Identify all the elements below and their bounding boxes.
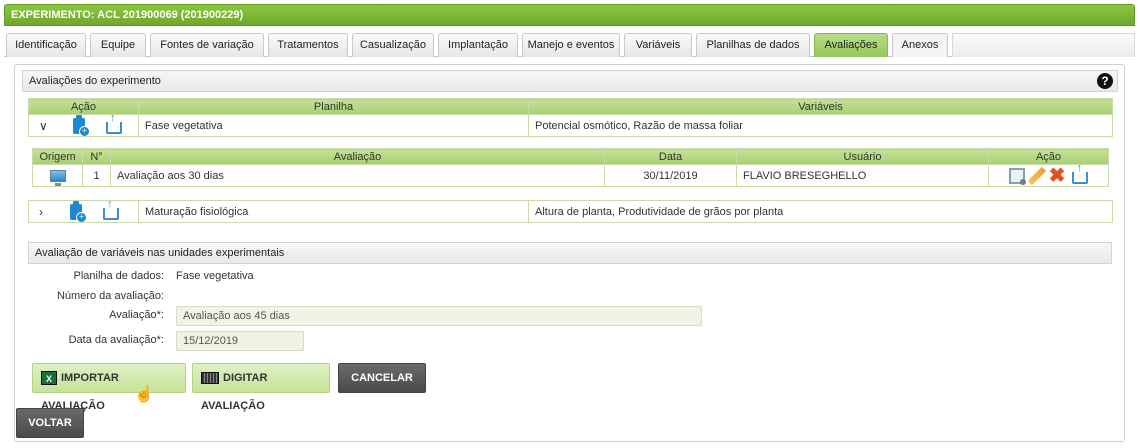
chevron-right-icon[interactable]: ›: [39, 205, 43, 219]
computer-monitor-icon: [49, 169, 66, 186]
col-header-avaliacao: Avaliação: [110, 148, 605, 165]
planilha-row: ∨ Fase vegetativa Potencial osmótico, Ra…: [28, 114, 1113, 137]
planilha-row: › Maturação fisiológica Altura de planta…: [28, 200, 1113, 223]
planilha-de-dados-value: Fase vegetativa: [176, 270, 254, 282]
question-circle-icon[interactable]: ?: [1097, 73, 1113, 89]
col-header-acao-inner: Ação: [988, 148, 1109, 165]
voltar-button[interactable]: VOLTAR: [16, 408, 84, 438]
avaliacao-data: 30/11/2019: [604, 164, 737, 187]
clipboard-add-icon[interactable]: [72, 115, 90, 136]
window-title: EXPERIMENTO: ACL 201900069 (201900229): [4, 4, 1135, 26]
tab-casualizacao[interactable]: Casualização: [352, 33, 434, 57]
tab-tratamentos[interactable]: Tratamentos: [268, 33, 348, 57]
tab-identificacao[interactable]: Identificação: [6, 33, 86, 57]
tab-variaveis[interactable]: Variáveis: [624, 33, 692, 57]
planilha-de-dados-label: Planilha de dados:: [73, 270, 164, 282]
tab-bar: Identificação Equipe Fontes de variação …: [4, 31, 1135, 57]
avaliacao-input[interactable]: Avaliação aos 45 dias: [176, 306, 702, 326]
avaliacao-label: Avaliação*:: [109, 309, 164, 321]
avaliacoes-section-title: Avaliações do experimento: [29, 75, 161, 87]
avaliacao-actions: ✖: [988, 164, 1109, 187]
tab-equipe[interactable]: Equipe: [90, 33, 146, 57]
digitar-avaliacao-button[interactable]: DIGITAR AVALIAÇÃO: [192, 363, 330, 412]
origem-cell: [32, 164, 83, 187]
tab-planilhas-de-dados[interactable]: Planilhas de dados: [696, 33, 810, 57]
tab-bar-filler: [952, 33, 1135, 57]
col-header-planilha: Planilha: [138, 98, 529, 115]
excel-icon: X: [41, 371, 57, 386]
planilha-variaveis: Potencial osmótico, Razão de massa folia…: [528, 114, 1113, 137]
col-header-numero: N°: [82, 148, 111, 165]
upload-tray-icon[interactable]: [105, 116, 122, 134]
tab-manejo-e-eventos[interactable]: Manejo e eventos: [522, 33, 620, 57]
data-avaliacao-label: Data da avaliação*:: [68, 334, 164, 346]
planilha-name: Maturação fisiológica: [138, 200, 529, 223]
avaliacao-numero: 1: [82, 164, 111, 187]
planilha-row-actions: ∨: [28, 114, 139, 137]
cancelar-button[interactable]: CANCELAR: [338, 363, 426, 393]
avaliacoes-section-header: Avaliações do experimento ?: [22, 70, 1118, 92]
planilhas-table-2: › Maturação fisiológica Altura de planta…: [28, 200, 1113, 223]
keyboard-icon: [201, 372, 219, 385]
form-section-title: Avaliação de variáveis nas unidades expe…: [35, 247, 285, 259]
avaliacao-usuario: FLAVIO BRESEGHELLO: [736, 164, 989, 187]
avaliacao-row: 1 Avaliação aos 30 dias 30/11/2019 FLAVI…: [32, 164, 1109, 187]
col-header-origem: Origem: [32, 148, 83, 165]
avaliacoes-inner-table: Origem N° Avaliação Data Usuário Ação 1 …: [32, 148, 1109, 187]
planilha-variaveis: Altura de planta, Produtividade de grãos…: [528, 200, 1113, 223]
page: EXPERIMENTO: ACL 201900069 (201900229) I…: [0, 0, 1140, 448]
planilhas-table: Ação Planilha Variáveis ∨ Fase vegetativ…: [28, 98, 1113, 137]
tab-avaliacoes[interactable]: Avaliações: [814, 33, 888, 57]
planilha-row-actions: ›: [28, 200, 139, 223]
tab-fontes-de-variacao[interactable]: Fontes de variação: [150, 33, 264, 57]
upload-tray-icon[interactable]: [103, 202, 120, 220]
inner-header-row: Origem N° Avaliação Data Usuário Ação: [32, 148, 1109, 165]
avaliacao-nome: Avaliação aos 30 dias: [110, 164, 605, 187]
planilha-name: Fase vegetativa: [138, 114, 529, 137]
data-avaliacao-input[interactable]: 15/12/2019: [176, 331, 304, 351]
view-magnifier-icon[interactable]: [1008, 167, 1026, 185]
edit-pencil-icon[interactable]: [1027, 166, 1046, 185]
form-section-header: Avaliação de variáveis nas unidades expe…: [28, 242, 1112, 264]
tab-implantacao[interactable]: Implantação: [438, 33, 518, 57]
col-header-variaveis: Variáveis: [528, 98, 1113, 115]
hand-pointer-icon: ☝: [134, 386, 154, 403]
col-header-acao: Ação: [28, 98, 139, 115]
upload-tray-icon[interactable]: [1072, 166, 1089, 184]
chevron-down-icon[interactable]: ∨: [39, 119, 48, 133]
col-header-usuario: Usuário: [736, 148, 989, 165]
clipboard-add-icon[interactable]: [70, 201, 88, 222]
tab-anexos[interactable]: Anexos: [892, 33, 948, 57]
planilhas-header-row: Ação Planilha Variáveis: [28, 98, 1113, 115]
importar-avaliacao-button[interactable]: X IMPORTAR AVALIAÇÃO: [32, 363, 186, 412]
numero-avaliacao-label: Número da avaliação:: [56, 290, 164, 302]
col-header-data: Data: [604, 148, 737, 165]
delete-x-icon[interactable]: ✖: [1049, 166, 1066, 186]
